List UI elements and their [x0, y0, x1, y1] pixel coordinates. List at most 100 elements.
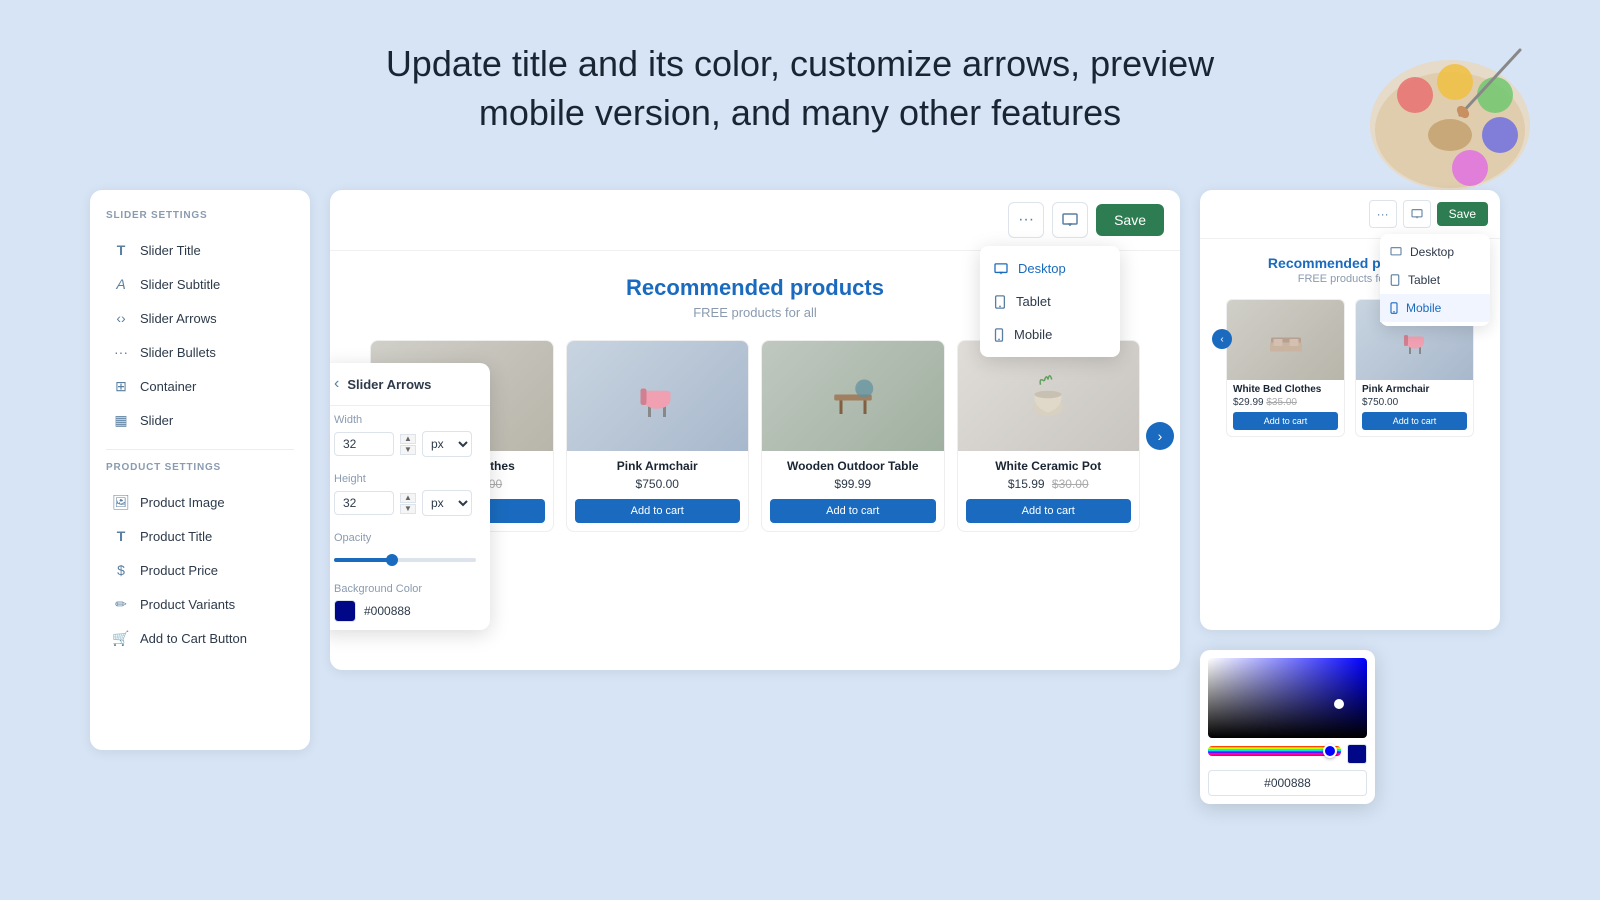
- mobile-monitor-button[interactable]: [1403, 200, 1431, 228]
- product-card-3: White Ceramic Pot $15.99 $30.00 Add to c…: [957, 340, 1141, 532]
- product-card-1: Pink Armchair $750.00 Add to cart: [566, 340, 750, 532]
- mobile-toolbar: ··· Save: [1200, 190, 1500, 239]
- sidebar-item-slider-bullets[interactable]: ··· Slider Bullets: [106, 335, 294, 369]
- arrow-popup-title: Slider Arrows: [347, 377, 431, 392]
- height-label: Height: [334, 473, 476, 485]
- height-unit-select[interactable]: px %: [422, 490, 472, 516]
- mobile-desktop-label: Desktop: [1410, 245, 1454, 259]
- height-down-button[interactable]: ▼: [400, 504, 416, 514]
- mobile-add-to-cart-0[interactable]: Add to cart: [1233, 412, 1338, 430]
- device-item-tablet[interactable]: Tablet: [980, 285, 1120, 318]
- device-item-mobile[interactable]: Mobile: [980, 318, 1120, 351]
- mobile-more-button[interactable]: ···: [1369, 200, 1397, 228]
- mobile-product-name-1: Pink Armchair: [1356, 380, 1473, 397]
- product-image-1: [567, 341, 749, 451]
- header-section: Update title and its color, customize ar…: [0, 0, 1600, 137]
- arrow-popup-header: ‹ Slider Arrows: [330, 363, 490, 406]
- add-to-cart-1[interactable]: Add to cart: [575, 499, 741, 523]
- width-input[interactable]: [334, 432, 394, 456]
- header-line1: Update title and its color, customize ar…: [0, 40, 1600, 89]
- add-to-cart-2[interactable]: Add to cart: [770, 499, 936, 523]
- sidebar-panel: SLIDER SETTINGS T Slider Title A Slider …: [90, 190, 310, 750]
- add-to-cart-3[interactable]: Add to cart: [966, 499, 1132, 523]
- sidebar-item-product-title[interactable]: T Product Title: [106, 519, 294, 553]
- sidebar-item-product-price[interactable]: $ Product Price: [106, 553, 294, 587]
- opacity-slider[interactable]: [334, 558, 476, 562]
- mobile-device-mobile[interactable]: Mobile: [1380, 294, 1490, 322]
- product-title-icon: T: [112, 527, 130, 545]
- container-icon: ⊞: [112, 377, 130, 395]
- mobile-device-tablet[interactable]: Tablet: [1380, 266, 1490, 294]
- sidebar-item-label: Add to Cart Button: [140, 631, 247, 646]
- product-image-2: [762, 341, 944, 451]
- header-line2: mobile version, and many other features: [0, 89, 1600, 138]
- sidebar-item-label: Slider Title: [140, 243, 201, 258]
- sidebar-item-slider-title[interactable]: T Slider Title: [106, 233, 294, 267]
- mobile-device-desktop[interactable]: Desktop: [1380, 238, 1490, 266]
- sidebar-item-label: Product Variants: [140, 597, 235, 612]
- sidebar-item-product-image[interactable]: 🖼 Product Image: [106, 485, 294, 519]
- sidebar-item-product-variants[interactable]: ✏ Product Variants: [106, 587, 294, 621]
- product-image-3: [958, 341, 1140, 451]
- color-picker-panel: #000888: [1200, 650, 1375, 804]
- current-color-preview: [1347, 744, 1367, 764]
- slider-icon: ▦: [112, 411, 130, 429]
- slider-next-button[interactable]: ›: [1146, 422, 1174, 450]
- color-preview: #000888: [334, 600, 476, 622]
- product-price-1: $750.00: [575, 477, 741, 491]
- opacity-label: Opacity: [334, 532, 476, 544]
- mobile-save-button[interactable]: Save: [1437, 202, 1488, 226]
- sidebar-item-label: Product Image: [140, 495, 225, 510]
- mobile-prev-button[interactable]: ‹: [1212, 329, 1232, 349]
- width-unit-select[interactable]: px %: [422, 431, 472, 457]
- arrow-popup-back-button[interactable]: ‹: [334, 375, 339, 393]
- sidebar-item-slider-subtitle[interactable]: A Slider Subtitle: [106, 267, 294, 301]
- height-spinner: ▲ ▼: [400, 493, 416, 514]
- device-item-desktop[interactable]: Desktop: [980, 252, 1120, 285]
- product-price-3: $15.99 $30.00: [966, 477, 1132, 491]
- arrow-width-field: Width ▲ ▼ px %: [330, 406, 490, 465]
- product-name-1: Pink Armchair: [575, 459, 741, 473]
- color-swatch[interactable]: [334, 600, 356, 622]
- hue-bar[interactable]: [1208, 746, 1341, 756]
- bullets-icon: ···: [112, 343, 130, 361]
- sidebar-item-label: Slider Bullets: [140, 345, 216, 360]
- width-up-button[interactable]: ▲: [400, 434, 416, 444]
- device-mobile-label: Mobile: [1014, 327, 1052, 342]
- sidebar-item-label: Slider: [140, 413, 173, 428]
- product-price-2: $99.99: [770, 477, 936, 491]
- editor-toolbar: ··· Save: [330, 190, 1180, 251]
- device-dropdown: Desktop Tablet Mobile: [980, 246, 1120, 357]
- product-original-price-3: $30.00: [1052, 477, 1089, 491]
- height-up-button[interactable]: ▲: [400, 493, 416, 503]
- title-icon: T: [112, 241, 130, 259]
- sidebar-item-label: Slider Arrows: [140, 311, 217, 326]
- sidebar-item-slider-arrows[interactable]: ‹› Slider Arrows: [106, 301, 294, 335]
- save-button[interactable]: Save: [1096, 204, 1164, 236]
- editor-panel: ··· Save Desktop Tablet Mobile Recommend: [330, 190, 1180, 670]
- height-input[interactable]: [334, 491, 394, 515]
- more-options-button[interactable]: ···: [1008, 202, 1044, 238]
- arrow-popup: ‹ Slider Arrows Width ▲ ▼ px %: [330, 363, 490, 630]
- color-gradient-canvas[interactable]: [1208, 658, 1367, 738]
- mobile-product-0: White Bed Clothes $29.99 $35.00 Add to c…: [1226, 299, 1345, 437]
- mobile-add-to-cart-1[interactable]: Add to cart: [1362, 412, 1467, 430]
- mobile-product-name-0: White Bed Clothes: [1227, 380, 1344, 397]
- sidebar-item-label: Container: [140, 379, 196, 394]
- bg-color-value: #000888: [364, 604, 411, 618]
- sidebar-divider: [106, 449, 294, 450]
- width-down-button[interactable]: ▼: [400, 445, 416, 455]
- sidebar-item-label: Slider Subtitle: [140, 277, 220, 292]
- product-info-1: Pink Armchair $750.00 Add to cart: [567, 451, 749, 531]
- sidebar-item-container[interactable]: ⊞ Container: [106, 369, 294, 403]
- product-card-2: Wooden Outdoor Table $99.99 Add to cart: [761, 340, 945, 532]
- sidebar-item-slider[interactable]: ▦ Slider: [106, 403, 294, 437]
- monitor-button[interactable]: [1052, 202, 1088, 238]
- slider-settings-label: SLIDER SETTINGS: [106, 210, 294, 221]
- sidebar-item-add-to-cart[interactable]: 🛒 Add to Cart Button: [106, 621, 294, 655]
- height-input-row: ▲ ▼ px %: [334, 490, 476, 516]
- right-column: ··· Save Desktop Tablet Mobile: [1200, 190, 1510, 850]
- hex-color-input[interactable]: #000888: [1208, 770, 1367, 796]
- width-spinner: ▲ ▼: [400, 434, 416, 455]
- product-name-2: Wooden Outdoor Table: [770, 459, 936, 473]
